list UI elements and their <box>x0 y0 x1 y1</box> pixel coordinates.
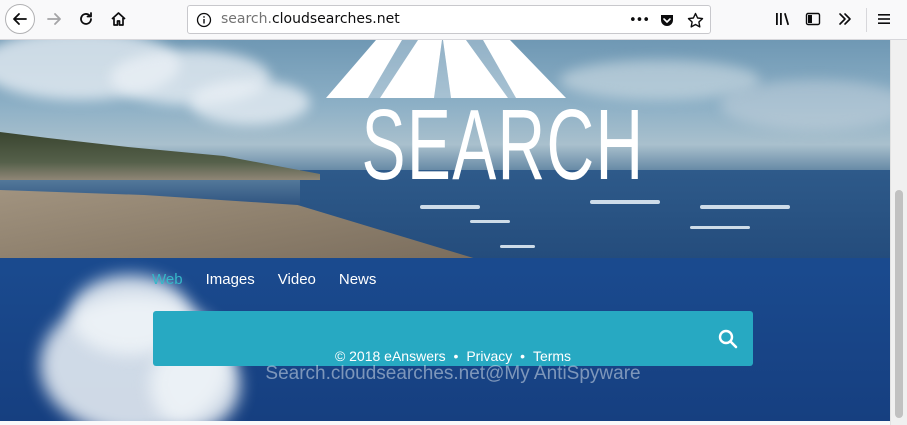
reload-button[interactable] <box>72 5 100 33</box>
library-icon <box>776 13 790 26</box>
wave <box>690 226 750 229</box>
sidebar-icon <box>805 12 821 26</box>
forward-button[interactable] <box>40 5 68 33</box>
footer-separator: • <box>453 348 459 364</box>
page-actions-button[interactable]: ••• <box>628 10 650 30</box>
home-icon <box>110 12 126 26</box>
url-prefix: search. <box>221 11 272 27</box>
terms-link[interactable]: Terms <box>533 348 571 364</box>
library-button[interactable] <box>769 5 797 33</box>
star-icon[interactable] <box>684 10 706 30</box>
browser-toolbar: search.cloudsearches.net ••• <box>0 0 907 40</box>
back-button[interactable] <box>5 4 35 34</box>
back-arrow-icon <box>13 13 27 25</box>
scrollbar-thumb[interactable] <box>895 190 903 418</box>
footer: © 2018 eAnswers • Privacy • Terms <box>0 348 906 364</box>
search-icon <box>718 329 738 349</box>
pocket-icon[interactable] <box>656 10 678 30</box>
url-bar[interactable]: search.cloudsearches.net ••• <box>187 5 711 34</box>
watermark-text: Search.cloudsearches.net@My AntiSpyware <box>265 363 641 384</box>
info-icon[interactable] <box>196 12 212 32</box>
cloud <box>720 80 890 130</box>
tab-video[interactable]: Video <box>278 271 316 288</box>
url-host: cloudsearches.net <box>271 11 400 27</box>
wave <box>470 220 510 223</box>
copyright-text: © 2018 eAnswers <box>334 348 446 364</box>
overflow-button[interactable] <box>831 5 859 33</box>
hamburger-menu-icon <box>878 14 890 24</box>
logo-wordmark[interactable]: SEARCH <box>362 95 644 195</box>
tab-images[interactable]: Images <box>206 271 255 288</box>
chevrons-right-icon <box>839 13 851 25</box>
url-text[interactable]: search.cloudsearches.net <box>221 11 400 27</box>
tab-web[interactable]: Web <box>152 271 183 288</box>
menu-button[interactable] <box>870 5 898 33</box>
dunes <box>0 132 320 180</box>
toolbar-divider <box>866 8 867 32</box>
scrollbar[interactable] <box>890 40 907 425</box>
wave <box>500 245 535 248</box>
search-button[interactable] <box>717 328 739 350</box>
cloud <box>190 80 310 125</box>
forward-arrow-icon <box>47 13 61 25</box>
sidebar-button[interactable] <box>799 5 827 33</box>
tab-news[interactable]: News <box>339 271 377 288</box>
reload-icon <box>80 12 92 25</box>
search-type-tabs: Web Images Video News <box>152 271 399 288</box>
home-button[interactable] <box>104 5 132 33</box>
wave <box>700 205 790 209</box>
wave <box>420 205 480 209</box>
privacy-link[interactable]: Privacy <box>466 348 512 364</box>
footer-separator: • <box>520 348 526 364</box>
